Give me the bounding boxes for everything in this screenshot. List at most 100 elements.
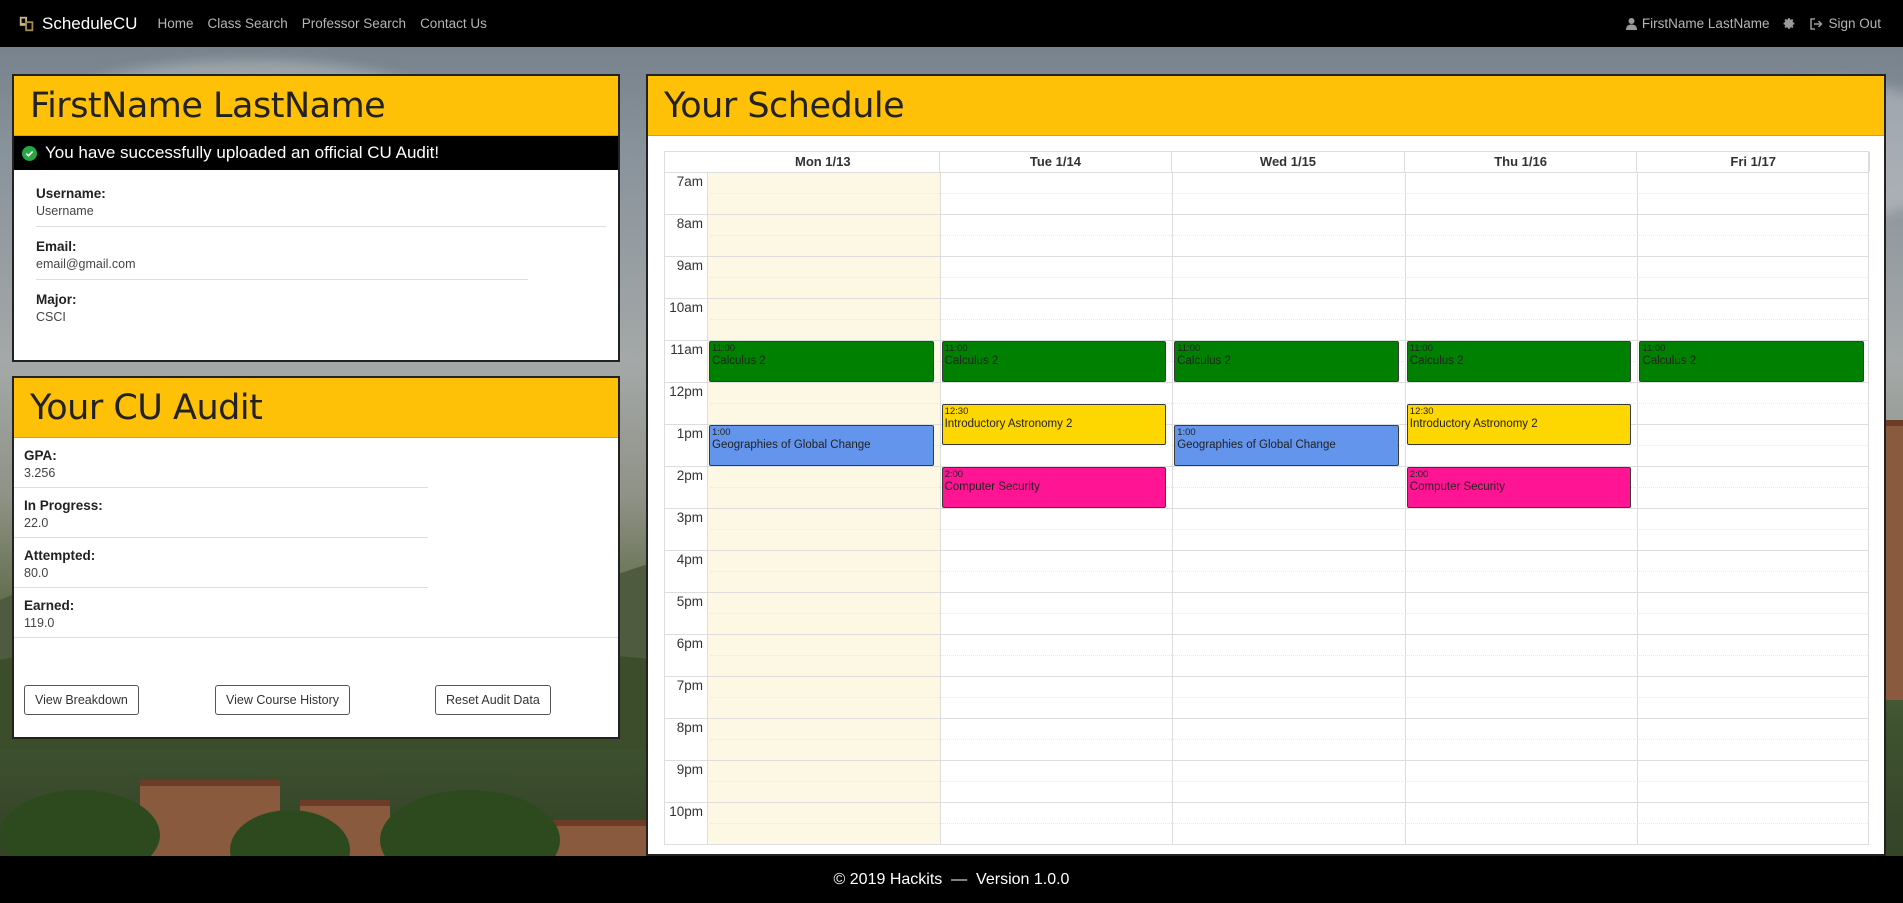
hour-gridline: [665, 466, 1868, 467]
class-event[interactable]: 11:00 Calculus 2: [1174, 341, 1399, 382]
weekly-calendar: Mon 1/13 Tue 1/14 Wed 1/15 Thu 1/16 Fri 1/17…: [664, 151, 1870, 845]
event-time: 2:00: [944, 469, 964, 480]
half-hour-gridline: [707, 823, 1868, 824]
view-course-history-button[interactable]: View Course History: [215, 685, 351, 715]
username-value: Username: [36, 204, 94, 218]
event-title: Geographies of Global Change: [712, 439, 871, 451]
class-event[interactable]: 11:00 Calculus 2: [709, 341, 934, 382]
class-event[interactable]: 12:30 Introductory Astronomy 2: [1406, 404, 1632, 445]
email-value: email@gmail.com: [36, 257, 136, 271]
sign-out-label: Sign Out: [1828, 16, 1881, 31]
event-time: 1:00: [1177, 427, 1196, 438]
earned-value: 119.0: [24, 616, 55, 630]
nav-professor-search[interactable]: Professor Search: [302, 16, 406, 31]
footer-text: © 2019 Hackits — Version 1.0.0: [833, 870, 1070, 888]
event-time: 1:00: [712, 427, 731, 438]
in-progress-field: In Progress: 22.0: [14, 488, 428, 537]
hour-label: 9pm: [676, 762, 703, 777]
hour-label: 7am: [676, 174, 703, 189]
in-progress-value: 22.0: [24, 516, 49, 530]
hour-label: 12pm: [669, 384, 703, 399]
schedule-title: Your Schedule: [664, 85, 905, 126]
event-time: 11:00: [944, 343, 968, 354]
hour-gridline: [665, 760, 1868, 761]
class-event[interactable]: 11:00 Calculus 2: [1639, 341, 1864, 382]
event-title: Calculus 2: [1642, 355, 1697, 367]
profile-card-header: FirstName LastName: [14, 76, 618, 136]
day-header: Mon 1/13: [707, 152, 940, 172]
view-breakdown-button[interactable]: View Breakdown: [24, 685, 139, 715]
username-label: Username:: [36, 186, 106, 201]
hour-label: 7pm: [676, 678, 703, 693]
brand-name: ScheduleCU: [42, 13, 138, 33]
schedule-card-header: Your Schedule: [648, 76, 1884, 136]
gpa-label: GPA:: [24, 448, 57, 463]
event-time: 11:00: [1409, 343, 1433, 354]
day-header: Fri 1/17: [1637, 152, 1870, 172]
hour-label: 6pm: [676, 636, 703, 651]
event-title: Calculus 2: [1409, 355, 1464, 367]
hour-gridline: [665, 298, 1868, 299]
class-event[interactable]: 1:00 Geographies of Global Change: [709, 425, 934, 466]
gear-icon: [1784, 18, 1795, 29]
hour-label: 9am: [676, 258, 703, 273]
event-time: 11:00: [1177, 343, 1201, 354]
audit-card: Your CU Audit GPA: 3.256 In Progress: 22…: [12, 376, 620, 739]
hour-gridline: [665, 382, 1868, 383]
attempted-label: Attempted:: [24, 548, 96, 563]
hour-gridline: [665, 256, 1868, 257]
hour-label: 5pm: [676, 594, 703, 609]
check-circle-icon: [22, 145, 37, 161]
sign-out-link[interactable]: Sign Out: [1810, 16, 1881, 31]
major-field: Major: CSCI: [36, 280, 606, 332]
hour-label: 8pm: [676, 720, 703, 735]
settings-button[interactable]: [1783, 17, 1796, 30]
event-time: 12:30: [944, 406, 969, 417]
nav-user-profile[interactable]: FirstName LastName: [1625, 16, 1769, 31]
event-title: Introductory Astronomy 2: [1409, 418, 1538, 430]
gpa-value: 3.256: [24, 466, 56, 480]
half-hour-gridline: [707, 781, 1868, 782]
hour-label: 3pm: [676, 510, 703, 525]
brand-link[interactable]: ScheduleCU: [18, 14, 137, 34]
half-hour-gridline: [707, 319, 1868, 320]
audit-upload-alert: You have successfully uploaded an offici…: [14, 136, 618, 170]
class-event[interactable]: 12:30 Introductory Astronomy 2: [941, 404, 1167, 445]
event-title: Calculus 2: [712, 355, 766, 367]
sign-out-icon: [1810, 17, 1824, 30]
class-event[interactable]: 1:00 Geographies of Global Change: [1174, 425, 1399, 466]
class-event[interactable]: 2:00 Computer Security: [941, 467, 1167, 508]
hour-label: 11am: [670, 342, 703, 357]
half-hour-gridline: [707, 235, 1868, 236]
event-time: 2:00: [1409, 469, 1429, 480]
hour-gridline: [665, 634, 1868, 635]
nav-home[interactable]: Home: [157, 16, 193, 31]
alert-text: You have successfully uploaded an offici…: [45, 143, 440, 162]
event-title: Calculus 2: [1177, 355, 1231, 367]
earned-field: Earned: 119.0: [14, 588, 428, 637]
hour-gridline: [665, 802, 1868, 803]
attempted-field: Attempted: 80.0: [14, 538, 428, 587]
class-event[interactable]: 11:00 Calculus 2: [1406, 341, 1632, 382]
nav-class-search[interactable]: Class Search: [207, 16, 287, 31]
hour-gridline: [665, 508, 1868, 509]
gpa-field: GPA: 3.256: [14, 438, 428, 487]
profile-card: FirstName LastName You have successfully…: [12, 74, 620, 362]
day-header: Tue 1/14: [940, 152, 1173, 172]
hour-label: 2pm: [676, 468, 703, 483]
hour-label: 10am: [669, 300, 703, 315]
user-icon: [1625, 17, 1637, 30]
reset-audit-data-button[interactable]: Reset Audit Data: [435, 685, 551, 715]
attempted-value: 80.0: [24, 566, 49, 580]
nav-contact-us[interactable]: Contact Us: [420, 16, 487, 31]
class-event[interactable]: 2:00 Computer Security: [1406, 467, 1632, 508]
half-hour-gridline: [707, 655, 1868, 656]
hour-gridline: [665, 718, 1868, 719]
hour-gridline: [665, 172, 1868, 173]
hour-gridline: [665, 676, 1868, 677]
day-header: Thu 1/16: [1405, 152, 1638, 172]
earned-label: Earned:: [24, 598, 75, 613]
profile-name: FirstName LastName: [30, 85, 386, 126]
class-event[interactable]: 11:00 Calculus 2: [941, 341, 1167, 382]
event-title: Computer Security: [944, 481, 1040, 493]
